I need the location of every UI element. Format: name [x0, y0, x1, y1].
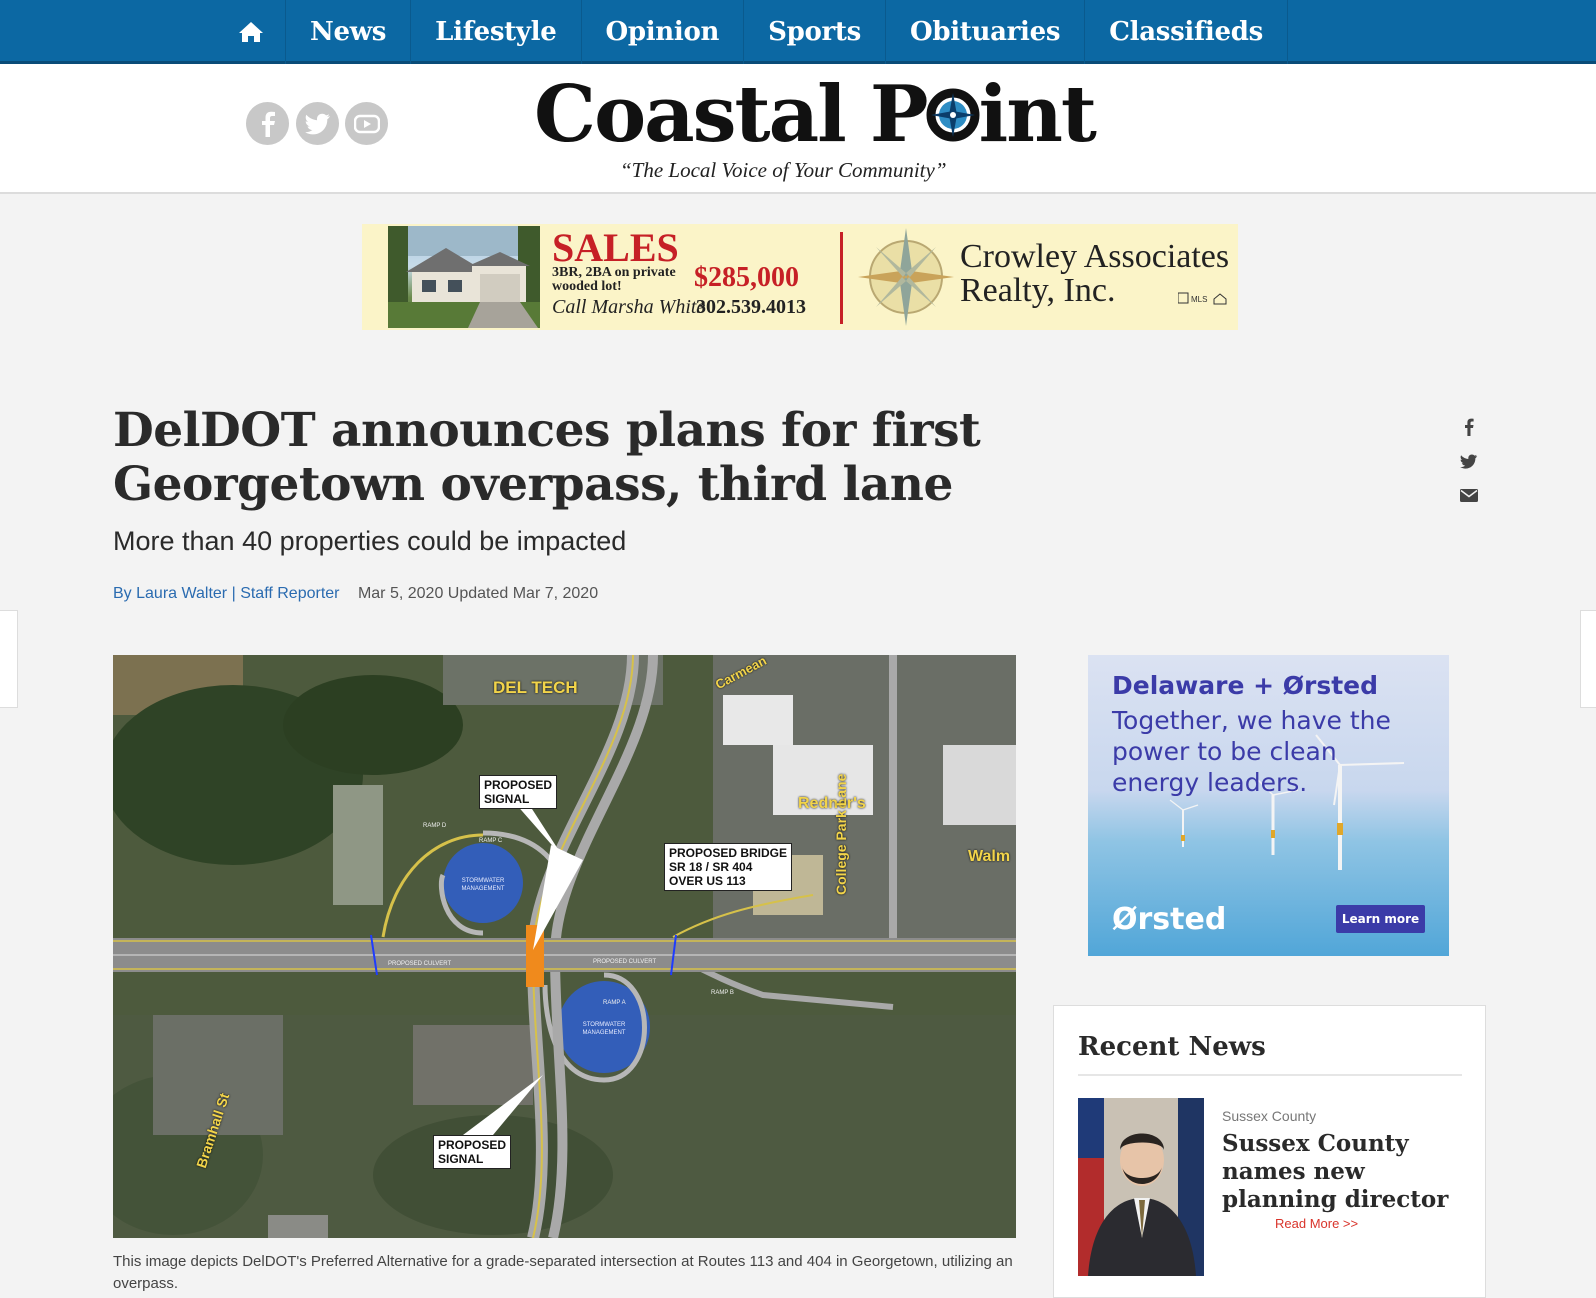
author-role-link[interactable]: Staff Reporter	[240, 585, 339, 602]
house-photo	[388, 226, 540, 328]
byline-separator: |	[231, 585, 236, 602]
map-label-culvert-1: PROPOSED CULVERT	[388, 961, 452, 967]
article-map-image[interactable]: DEL TECH Carmean Redner's College Park L…	[113, 655, 1016, 1238]
read-more-link[interactable]: Read More >>	[1275, 1216, 1358, 1231]
signal-top-line-1: PROPOSED	[484, 778, 553, 792]
ad-divider	[840, 232, 843, 324]
compass-o-icon	[926, 83, 980, 143]
map-label-stormwater-2: STORMWATER MANAGEMENT	[582, 1022, 626, 1036]
realtor-logos-icon: MLS	[1177, 292, 1228, 306]
nav-classifieds[interactable]: Classifieds	[1085, 0, 1288, 64]
compass-rose-icon	[856, 226, 956, 330]
map-label-ramp-a: RAMP A	[603, 1000, 626, 1006]
map-label-del-tech: DEL TECH	[493, 678, 578, 697]
learn-more-button[interactable]: Learn more	[1336, 905, 1425, 933]
signal-top-line-2: SIGNAL	[484, 792, 530, 806]
ad-details: 3BR, 2BA on private wooded lot!	[552, 265, 676, 294]
orsted-logo: Ørsted	[1112, 902, 1227, 937]
map-label-college-park: College Park Lane	[833, 773, 849, 895]
map-label-ramp-d: RAMP D	[423, 823, 447, 829]
facebook-icon[interactable]	[246, 102, 289, 145]
logo-tagline: “The Local Voice of Your Community”	[620, 158, 947, 182]
recent-news-divider	[1078, 1074, 1462, 1076]
share-facebook-icon[interactable]	[1458, 410, 1480, 444]
ad-contact-name: Call Marsha White	[552, 296, 706, 318]
ad-phone: 302.539.4013	[696, 296, 806, 318]
nav-opinion[interactable]: Opinion	[582, 0, 745, 64]
right-edge-tab[interactable]	[1580, 610, 1596, 708]
nav-sports[interactable]: Sports	[744, 0, 886, 64]
realty-banner-ad[interactable]: SALES 3BR, 2BA on private wooded lot! $2…	[362, 224, 1238, 330]
logo-text-2: int	[978, 69, 1097, 160]
article-date: Mar 5, 2020 Updated Mar 7, 2020	[357, 585, 599, 602]
ad-sales-heading: SALES	[552, 225, 679, 270]
ad-price: $285,000	[694, 262, 799, 293]
twitter-icon[interactable]	[296, 102, 339, 145]
orsted-ad-body: Together, we have the power to be clean …	[1112, 706, 1391, 797]
bridge-line-3: OVER US 113	[669, 874, 746, 888]
share-twitter-icon[interactable]	[1458, 444, 1480, 478]
map-label-signal-bottom: PROPOSED SIGNAL	[433, 1135, 512, 1169]
map-label-signal-top: PROPOSED SIGNAL	[479, 775, 558, 809]
nav-obituaries[interactable]: Obituaries	[886, 0, 1086, 64]
map-label-walmart: Walm	[968, 848, 1011, 865]
recent-news-widget: Recent News Sussex County Sussex County …	[1053, 1005, 1486, 1298]
bridge-line-1: PROPOSED BRIDGE	[669, 846, 788, 860]
home-icon	[239, 22, 263, 42]
map-label-redners: Redner's	[798, 795, 866, 812]
recent-news-headline[interactable]: Sussex County names new planning directo…	[1222, 1130, 1472, 1214]
map-label-proposed-bridge: PROPOSED BRIDGE SR 18 / SR 404 OVER US 1…	[664, 843, 793, 891]
nav-lifestyle[interactable]: Lifestyle	[411, 0, 582, 64]
share-buttons	[1458, 410, 1480, 512]
left-edge-tab[interactable]	[0, 610, 18, 708]
map-label-stormwater-1: STORMWATER MANAGEMENT	[461, 878, 505, 892]
bridge-line-2: SR 18 / SR 404	[669, 860, 753, 874]
recent-news-title: Recent News	[1078, 1032, 1266, 1062]
map-label-culvert-2: PROPOSED CULVERT	[593, 959, 657, 965]
signal-bottom-line-2: SIGNAL	[438, 1152, 484, 1166]
image-caption: This image depicts DelDOT's Preferred Al…	[113, 1253, 1013, 1292]
map-label-ramp-b: RAMP B	[711, 990, 734, 996]
article-headline: DelDOT announces plans for first Georget…	[113, 403, 981, 512]
map-label-ramp-c: RAMP C	[479, 838, 503, 844]
recent-news-thumbnail[interactable]	[1078, 1098, 1204, 1276]
orsted-ad-title: Delaware + Ørsted	[1112, 671, 1379, 700]
orsted-sidebar-ad[interactable]: Delaware + Ørsted Together, we have the …	[1088, 655, 1449, 956]
ad-company-line-1: Crowley Associates	[960, 238, 1230, 275]
logo-text-1: Coastal P	[534, 69, 929, 160]
recent-news-category[interactable]: Sussex County	[1222, 1108, 1316, 1124]
top-nav: News Lifestyle Opinion Sports Obituaries…	[0, 0, 1596, 64]
youtube-icon[interactable]	[345, 102, 388, 145]
svg-text:MLS: MLS	[1191, 295, 1207, 304]
masthead: Coastal P int “The Local Voice of Your C…	[0, 64, 1596, 194]
home-button[interactable]	[217, 0, 286, 64]
share-email-icon[interactable]	[1458, 478, 1480, 512]
byline: By Laura Walter | Staff Reporter Mar 5, …	[113, 585, 598, 603]
article-subhead: More than 40 properties could be impacte…	[113, 526, 627, 556]
author-link[interactable]: By Laura Walter	[113, 585, 227, 602]
signal-bottom-line-1: PROPOSED	[438, 1138, 507, 1152]
site-logo[interactable]: Coastal P int	[534, 69, 1097, 160]
nav-news[interactable]: News	[286, 0, 412, 64]
